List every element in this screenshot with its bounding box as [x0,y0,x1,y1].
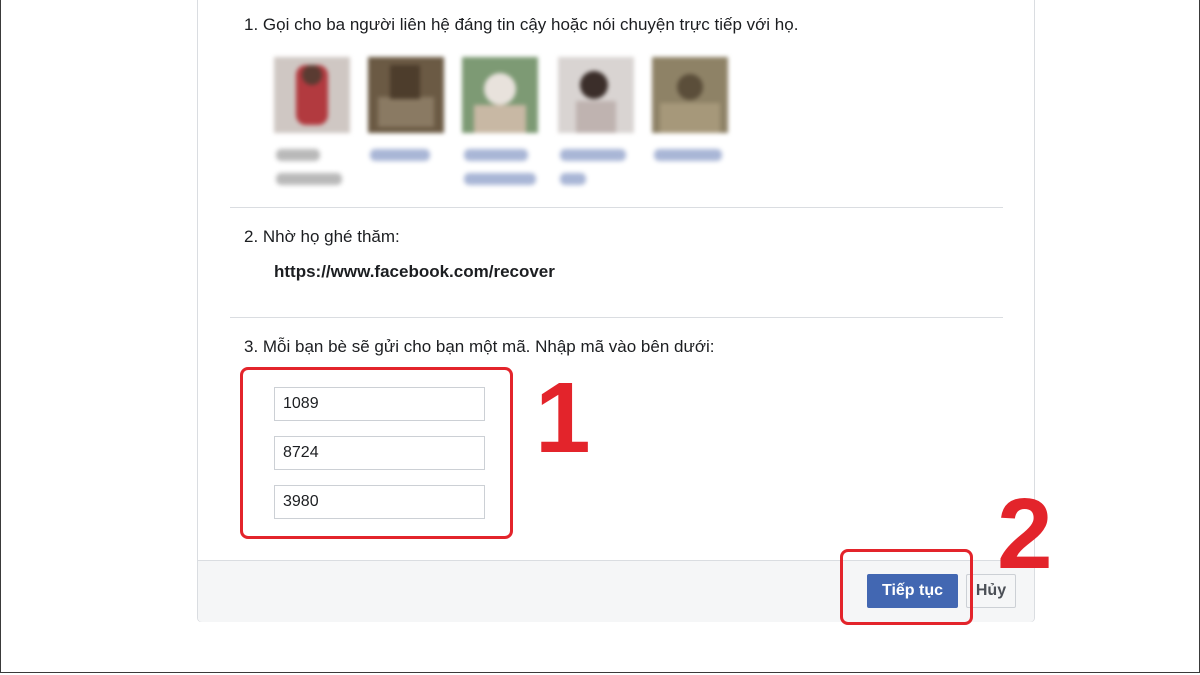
contact-name-blurred [654,149,722,161]
contact-photo [368,57,444,133]
contact-photo [462,57,538,133]
section-divider [230,317,1003,318]
contact-photo [274,57,350,133]
annotation-number-2: 2 [997,478,1053,590]
contact-name-blurred [276,149,342,185]
trusted-contact[interactable] [274,57,350,197]
code-inputs-highlight [240,367,513,539]
contact-name-blurred [370,149,430,161]
trusted-contact[interactable] [368,57,444,197]
trusted-contact[interactable] [558,57,634,197]
step-1-text: 1. Gọi cho ba người liên hệ đáng tin cậy… [244,15,799,34]
section-divider [230,207,1003,208]
trusted-contact[interactable] [652,57,728,197]
step-2-text: 2. Nhờ họ ghé thăm: [244,227,400,246]
contact-photo [652,57,728,133]
contact-name-blurred [464,149,536,185]
contact-photo [558,57,634,133]
contact-name-blurred [560,149,626,185]
annotation-number-1: 1 [535,362,591,474]
recover-url[interactable]: https://www.facebook.com/recover [274,262,555,282]
trusted-contact[interactable] [462,57,538,197]
step-3-text: 3. Mỗi bạn bè sẽ gửi cho bạn một mã. Nhậ… [244,337,715,356]
continue-button-highlight [840,549,973,625]
